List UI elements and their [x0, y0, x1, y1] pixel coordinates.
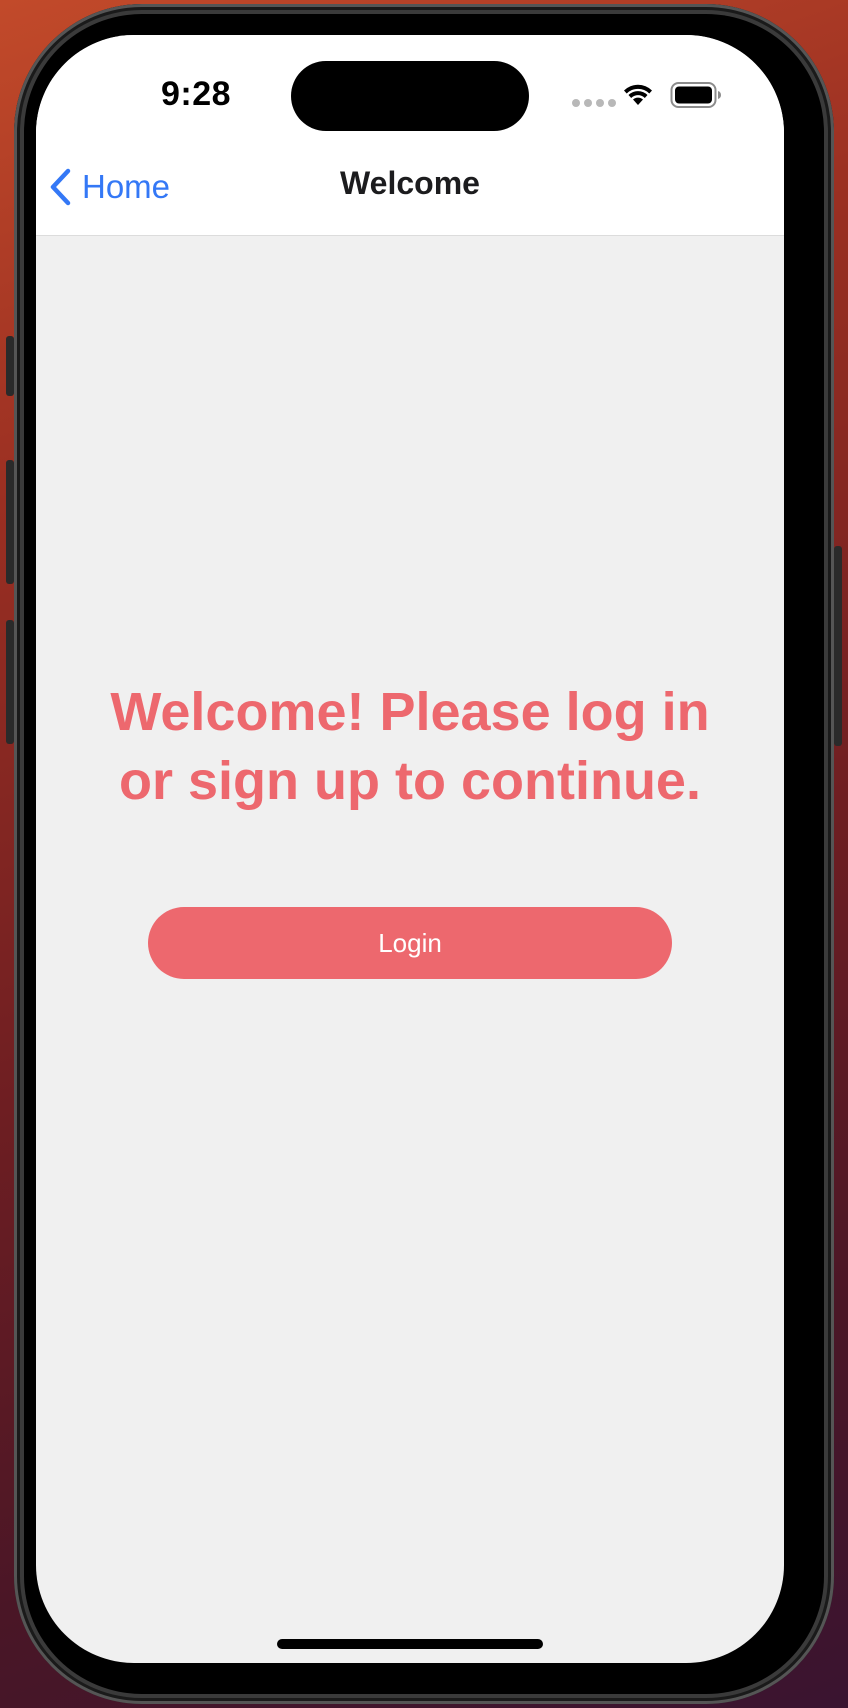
welcome-message: Welcome! Please log in or sign up to con…	[110, 682, 710, 811]
login-button[interactable]: Login	[148, 907, 672, 979]
silent-switch	[6, 336, 14, 396]
dynamic-island	[291, 61, 529, 131]
back-button[interactable]: Home	[48, 157, 170, 217]
page-title: Welcome	[340, 165, 480, 201]
wifi-icon	[624, 84, 652, 105]
main-content: Welcome! Please log in or sign up to con…	[36, 236, 784, 1663]
volume-up-button	[6, 460, 14, 584]
power-button	[834, 546, 842, 746]
back-button-label: Home	[82, 168, 171, 205]
phone-screen: 9:28 Home Welcome Welcome! Please log in…	[36, 35, 784, 1663]
volume-down-button	[6, 620, 14, 744]
cellular-signal-icon	[572, 99, 616, 107]
navigation-bar: Home Welcome	[36, 145, 784, 236]
home-indicator[interactable]	[277, 1639, 543, 1649]
status-bar: 9:28	[36, 35, 784, 145]
chevron-left-icon	[50, 168, 71, 206]
battery-icon	[670, 82, 721, 108]
status-time: 9:28	[160, 75, 232, 113]
